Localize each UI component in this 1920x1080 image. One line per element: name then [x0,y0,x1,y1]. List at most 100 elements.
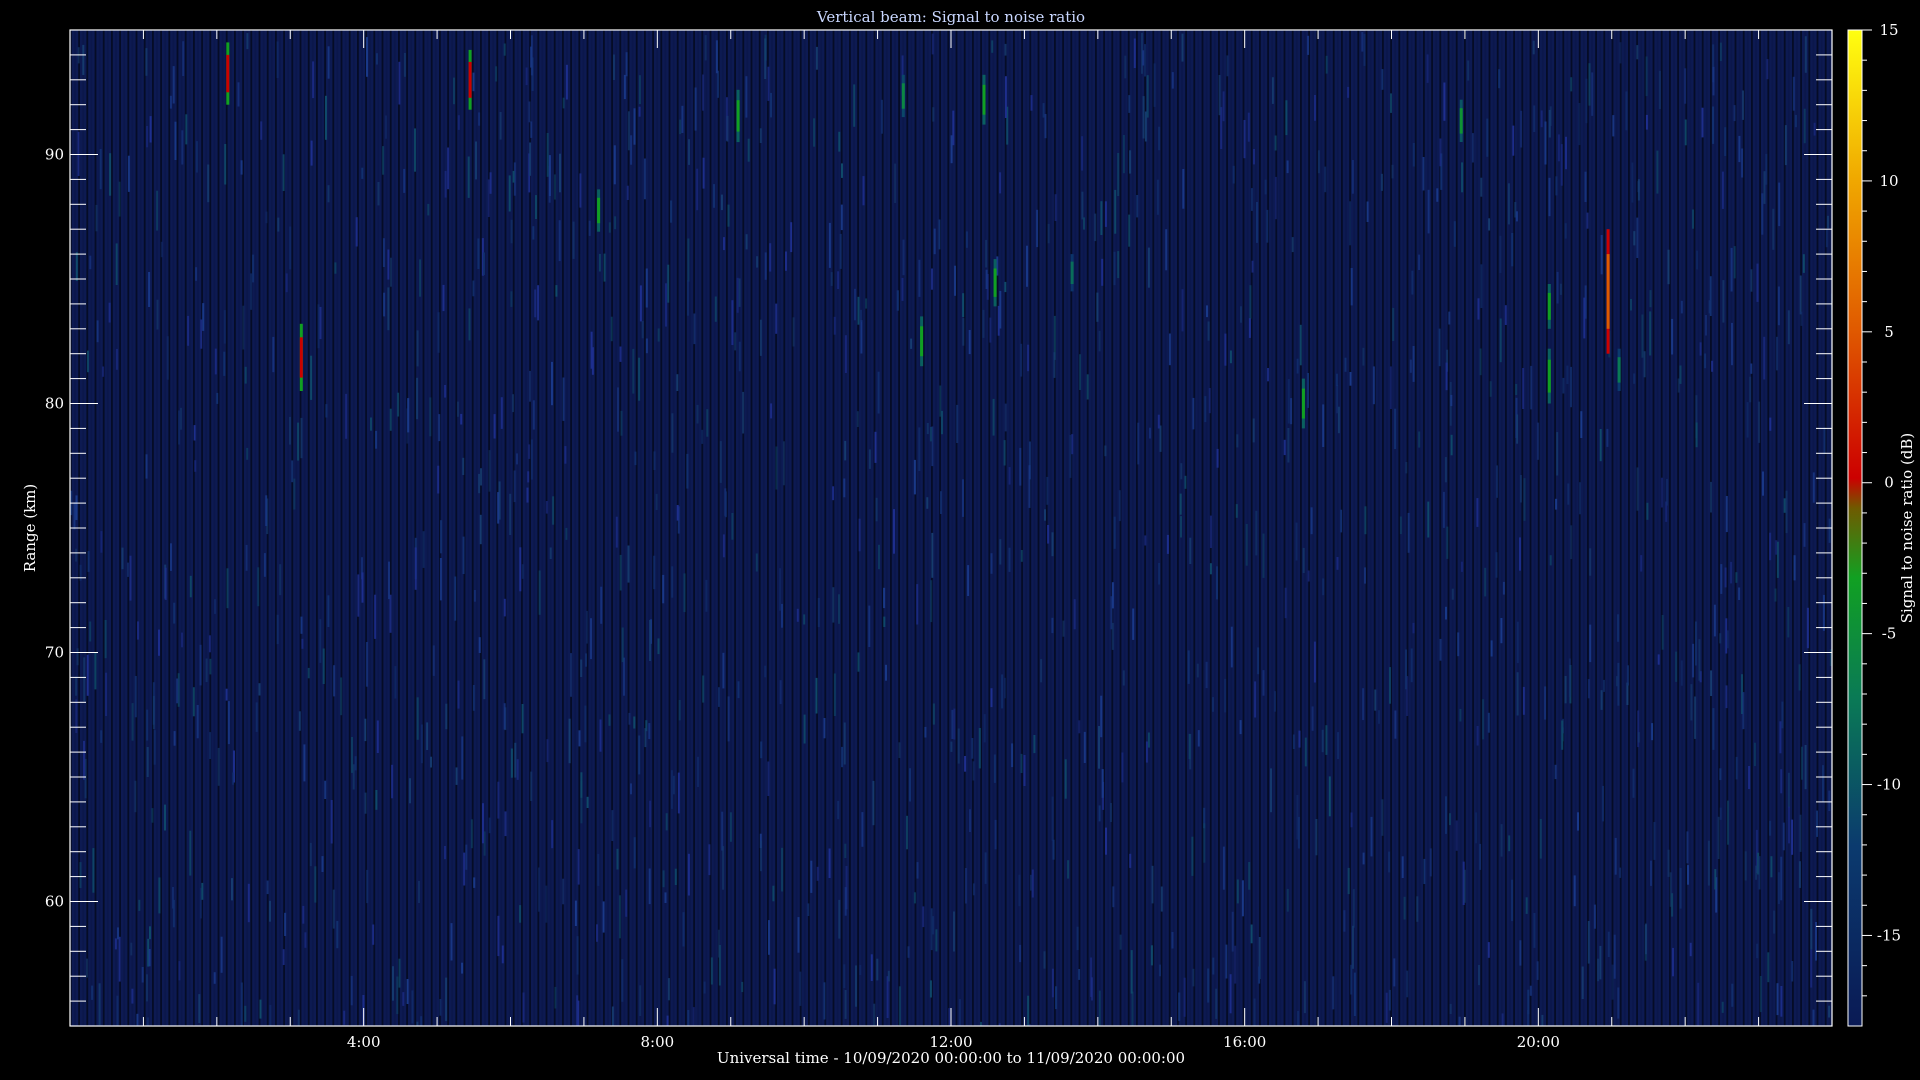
noise-speck [883,587,886,609]
noise-speck [522,992,525,1023]
noise-speck [841,746,844,768]
noise-speck [1649,311,1652,356]
noise-column [516,30,519,1026]
noise-speck [1532,40,1535,55]
noise-speck [1153,63,1156,107]
noise-column [1300,30,1302,1026]
noise-speck [185,114,188,145]
noise-speck [1784,125,1787,166]
noise-speck [1031,869,1034,898]
noise-speck [1292,734,1295,749]
noise-speck [534,289,537,318]
noise-speck [844,440,847,461]
noise-speck [1804,745,1807,790]
noise-speck [962,318,965,346]
noise-speck [1776,983,1779,1016]
noise-speck [1291,237,1294,253]
noise-speck [844,887,847,916]
noise-speck [1362,852,1365,865]
noise-column [1185,30,1187,1026]
noise-speck [853,84,856,127]
noise-column [1160,30,1163,1026]
noise-column [348,30,351,1026]
noise-speck [641,321,644,339]
noise-speck [1416,896,1419,922]
x-tick-label: 4:00 [347,1033,381,1051]
noise-speck [1236,434,1239,448]
noise-speck [1792,76,1795,111]
noise-column [1603,30,1606,1026]
noise-speck [910,338,913,349]
noise-speck [118,181,121,217]
noise-speck [462,457,465,475]
noise-speck [1467,60,1470,81]
noise-speck [613,145,616,185]
noise-speck [1450,434,1453,456]
noise-speck [1499,235,1502,273]
noise-speck [736,277,739,313]
noise-speck [1094,213,1097,242]
noise-speck [1711,360,1714,372]
x-tick-label: 8:00 [640,1033,674,1051]
noise-speck [1274,135,1277,151]
noise-speck [1727,800,1729,845]
noise-speck [747,138,750,162]
noise-speck [1812,472,1815,503]
noise-speck [702,74,704,111]
noise-column [1086,30,1089,1026]
noise-column [607,30,609,1026]
noise-speck [403,168,406,193]
noise-column [664,30,667,1026]
echo-mark [1459,99,1463,142]
noise-speck [706,409,709,437]
noise-speck [364,718,367,742]
noise-speck [94,652,97,690]
noise-column [1500,30,1503,1026]
noise-column [787,30,790,1026]
noise-speck [467,156,470,198]
noise-speck [738,278,741,307]
noise-speck [1317,150,1320,174]
noise-column [1369,30,1372,1026]
noise-speck [1658,70,1661,109]
noise-column [685,30,687,1026]
noise-speck [1567,483,1570,505]
noise-speck [478,473,481,494]
noise-speck [1286,888,1289,912]
noise-speck [1802,254,1805,273]
noise-speck [1044,509,1046,521]
noise-speck [565,527,568,540]
noise-speck [1142,96,1145,139]
noise-speck [282,154,285,191]
noise-speck [1475,812,1478,844]
noise-speck [813,118,816,147]
noise-speck [588,220,591,236]
noise-speck [950,741,953,752]
noise-column [873,30,876,1026]
noise-speck [265,495,268,526]
noise-column [262,30,265,1026]
noise-speck [1516,621,1519,664]
echo-core [982,84,986,115]
colorbar-tick-label: -5 [1882,625,1897,643]
noise-speck [580,659,583,677]
noise-speck [91,985,94,1000]
noise-speck [1490,640,1493,657]
noise-speck [1671,318,1674,355]
noise-column [229,30,232,1026]
noise-speck [1271,77,1274,104]
noise-speck [854,288,856,321]
noise-column [824,30,827,1026]
noise-speck [483,659,486,700]
noise-column [1746,30,1749,1026]
noise-speck [1580,411,1583,438]
noise-speck [760,840,762,872]
noise-speck [1442,491,1445,528]
noise-column [1595,30,1597,1026]
noise-speck [1549,555,1552,566]
noise-speck [1245,524,1248,566]
noise-speck [1498,69,1501,89]
noise-speck [480,468,482,486]
noise-speck [504,811,507,837]
noise-speck [1733,246,1736,279]
